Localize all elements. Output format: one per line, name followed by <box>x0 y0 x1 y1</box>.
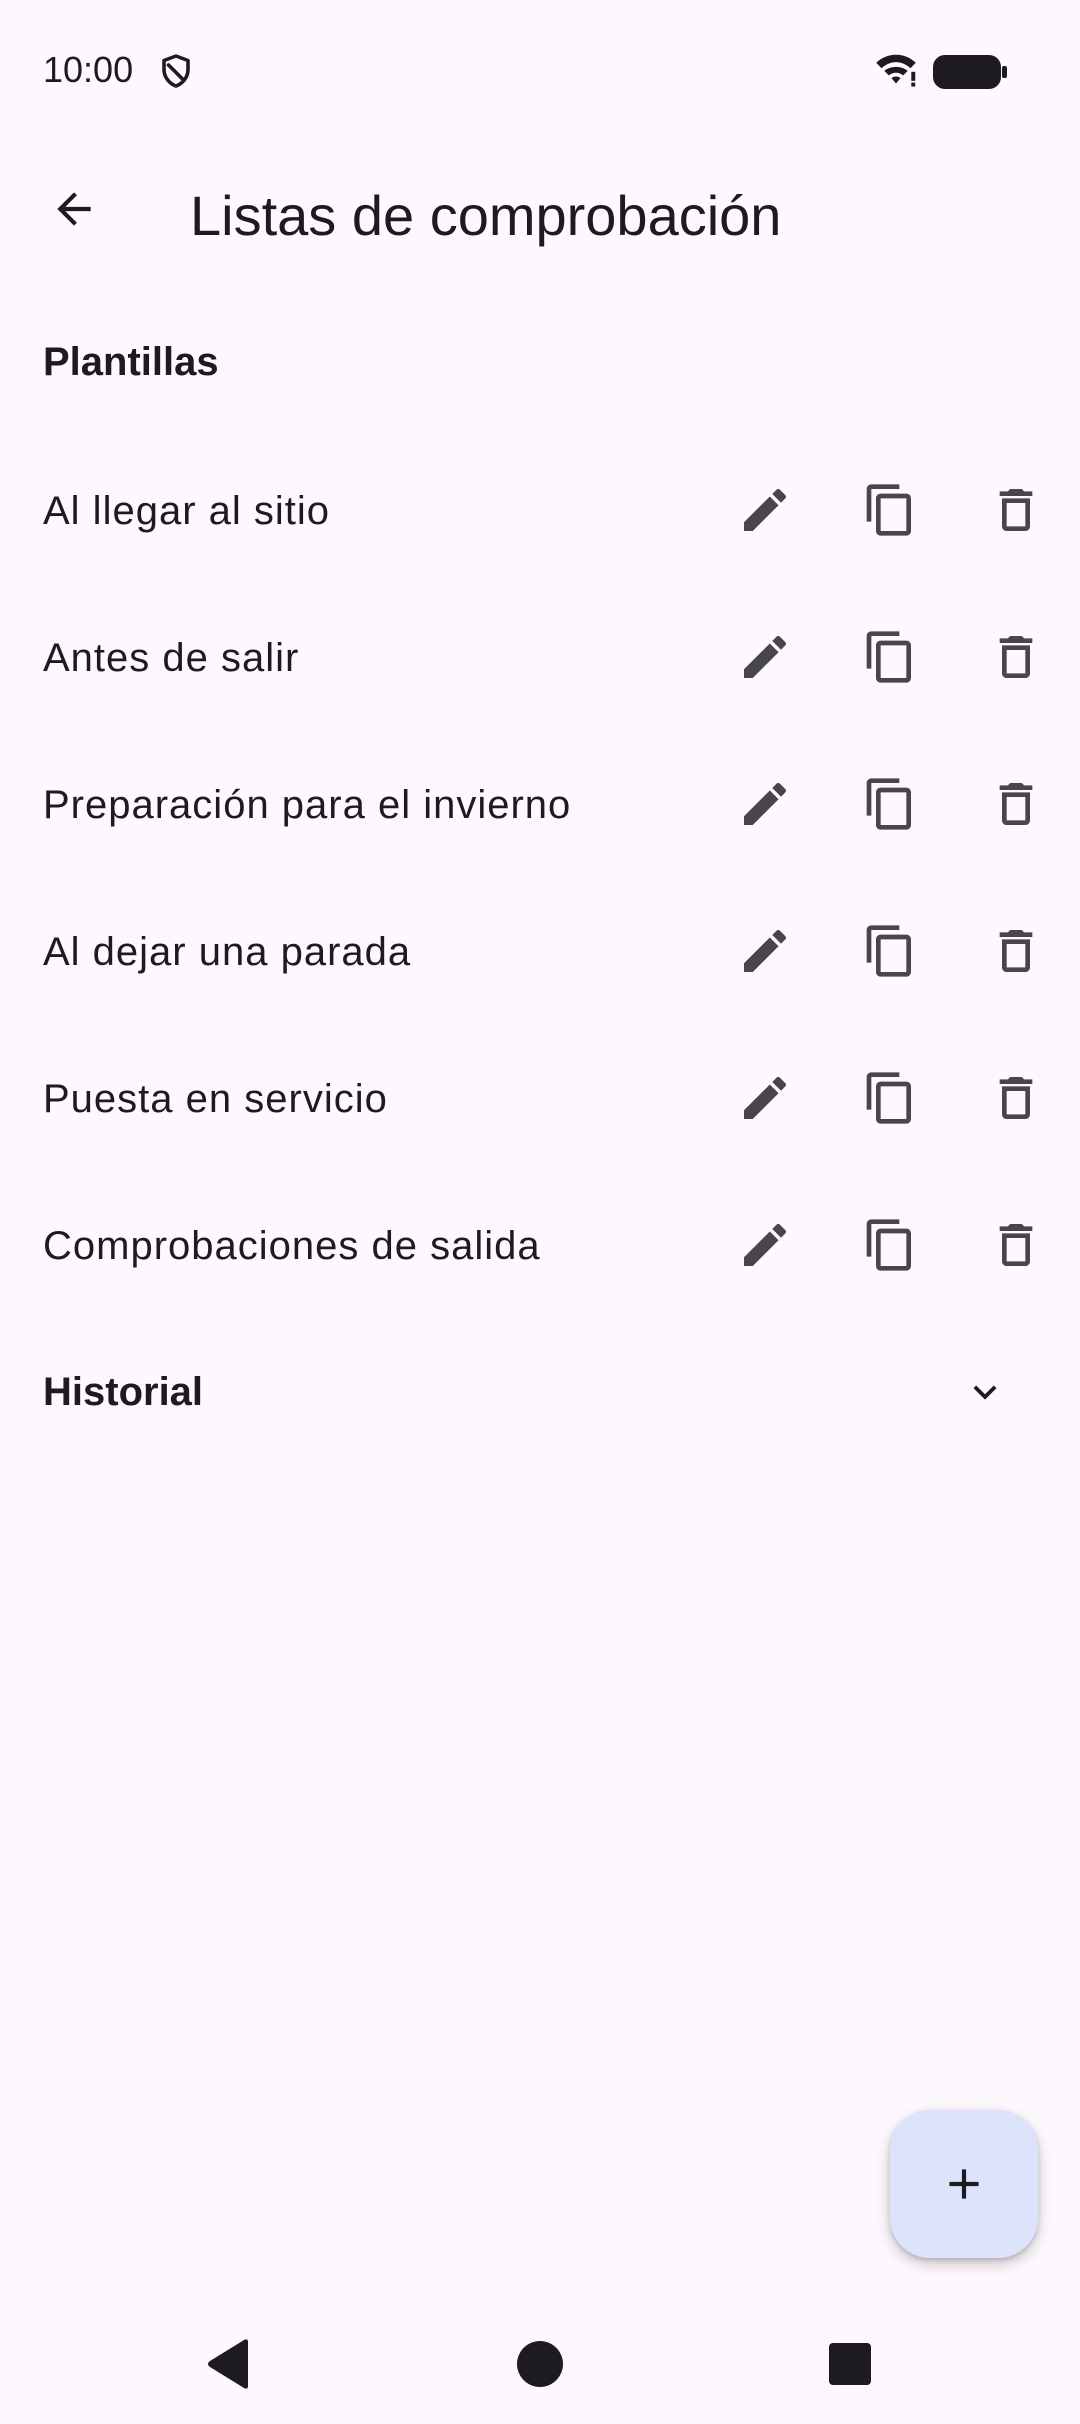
delete-icon <box>999 1224 1033 1266</box>
home-circle-icon <box>517 2341 563 2387</box>
edit-button[interactable] <box>715 1195 815 1295</box>
battery-icon <box>933 55 1007 89</box>
template-row[interactable]: Antes de salir <box>0 584 1080 731</box>
system-nav-bar <box>0 2294 1080 2424</box>
history-header[interactable]: Historial <box>0 1320 1080 1464</box>
delete-icon <box>999 489 1033 531</box>
copy-button[interactable] <box>840 901 940 1001</box>
delete-button[interactable] <box>966 1195 1066 1295</box>
history-expand-toggle[interactable] <box>935 1342 1035 1442</box>
copy-icon <box>866 631 911 683</box>
copy-icon <box>866 778 911 830</box>
history-section-title: Historial <box>43 1370 204 1414</box>
template-label: Preparación para el invierno <box>43 783 572 827</box>
nav-recents-button[interactable] <box>800 2314 900 2414</box>
back-button[interactable] <box>24 159 124 259</box>
edit-icon <box>744 782 787 825</box>
delete-icon <box>999 636 1033 678</box>
top-app-bar: Listas de comprobación <box>0 140 1080 290</box>
copy-button[interactable] <box>840 1195 940 1295</box>
edit-button[interactable] <box>715 901 815 1001</box>
copy-icon <box>866 1219 911 1271</box>
edit-icon <box>744 1223 787 1266</box>
delete-button[interactable] <box>966 607 1066 707</box>
edit-icon <box>744 929 787 972</box>
delete-button[interactable] <box>966 460 1066 560</box>
edit-button[interactable] <box>715 607 815 707</box>
add-checklist-fab[interactable] <box>890 2110 1038 2258</box>
nav-home-button[interactable] <box>490 2314 590 2414</box>
chevron-down-icon <box>973 1385 997 1400</box>
copy-button[interactable] <box>840 607 940 707</box>
template-label: Comprobaciones de salida <box>43 1224 541 1268</box>
delete-icon <box>999 783 1033 825</box>
page-title: Listas de comprobación <box>190 184 782 247</box>
copy-icon <box>866 925 911 977</box>
recents-square-icon <box>829 2343 871 2385</box>
copy-button[interactable] <box>840 1048 940 1148</box>
arrow-back-icon <box>57 192 91 226</box>
edit-button[interactable] <box>715 460 815 560</box>
template-row[interactable]: Al dejar una parada <box>0 878 1080 1025</box>
copy-button[interactable] <box>840 754 940 854</box>
template-list: Al llegar al sitio Antes de salir Prepar… <box>0 437 1080 1319</box>
template-label: Puesta en servicio <box>43 1077 388 1121</box>
wifi-icon <box>876 54 916 87</box>
delete-button[interactable] <box>966 1048 1066 1148</box>
delete-button[interactable] <box>966 901 1066 1001</box>
template-label: Al llegar al sitio <box>43 489 331 533</box>
status-time: 10:00 <box>43 49 134 90</box>
nav-back-button[interactable] <box>178 2314 278 2414</box>
template-row[interactable]: Preparación para el invierno <box>0 731 1080 878</box>
delete-icon <box>999 930 1033 972</box>
template-label: Al dejar una parada <box>43 930 412 974</box>
copy-icon <box>866 484 911 536</box>
template-label: Antes de salir <box>43 636 300 680</box>
back-triangle-icon <box>208 2339 248 2389</box>
delete-button[interactable] <box>966 754 1066 854</box>
template-row[interactable]: Al llegar al sitio <box>0 437 1080 584</box>
edit-icon <box>744 635 787 678</box>
copy-button[interactable] <box>840 460 940 560</box>
edit-icon <box>744 488 787 531</box>
templates-section-title: Plantillas <box>43 340 219 384</box>
template-row[interactable]: Puesta en servicio <box>0 1025 1080 1172</box>
status-bar: 10:00 <box>0 0 1080 140</box>
delete-icon <box>999 1077 1033 1119</box>
shield-icon <box>162 54 190 88</box>
copy-icon <box>866 1072 911 1124</box>
plus-icon <box>949 2169 979 2199</box>
template-row[interactable]: Comprobaciones de salida <box>0 1172 1080 1319</box>
edit-icon <box>744 1076 787 1119</box>
edit-button[interactable] <box>715 1048 815 1148</box>
edit-button[interactable] <box>715 754 815 854</box>
